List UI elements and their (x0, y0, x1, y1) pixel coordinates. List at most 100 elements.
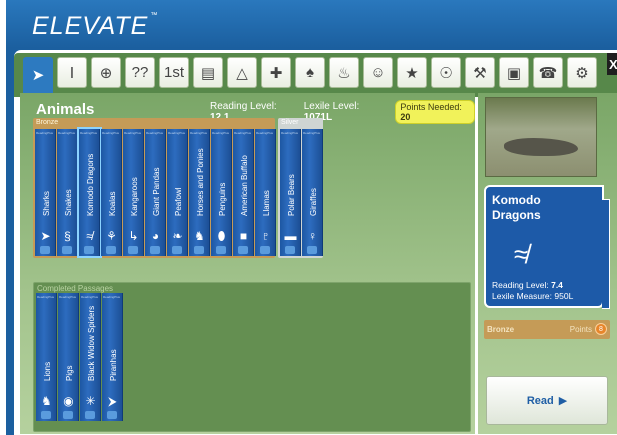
book-title: American Buffalo (240, 155, 249, 216)
read-button[interactable]: Read ▶ (486, 376, 608, 425)
book-status-icon (128, 246, 138, 254)
book-status-icon (63, 411, 73, 419)
passage-book[interactable]: ReadingPlus Llamas ♇ (255, 129, 276, 256)
cards-icon: ♠ (306, 64, 314, 81)
passage-book[interactable]: ReadingPlus Lions ♞ (36, 293, 57, 421)
column-icon: Ⅰ (69, 64, 75, 82)
gears-icon: ⚙ (575, 64, 589, 82)
tab-misc[interactable]: ⚙ (567, 57, 597, 88)
passage-book[interactable]: ReadingPlus Horses and Ponies ♞ (189, 129, 210, 256)
book-status-icon (107, 411, 117, 419)
book-status-icon (62, 246, 72, 254)
globe-magnifier-icon: ⊕ (99, 64, 113, 82)
tab-firsts[interactable]: 1st (159, 57, 189, 88)
tab-space[interactable]: ☉ (431, 57, 461, 88)
passage-book[interactable]: ReadingPlus Sharks ➤ (35, 129, 56, 256)
book-title: Pigs (65, 365, 74, 381)
presentation-icon: ▤ (200, 64, 216, 82)
tab-awards[interactable]: ★ (397, 57, 427, 88)
book-status-icon (172, 246, 182, 254)
tab-world[interactable]: ⊕ (91, 57, 121, 88)
tab-mystery[interactable]: ?? (125, 57, 155, 88)
read-button-label: Read (526, 394, 554, 407)
passage-book[interactable]: ReadingPlus Giraffes ♀ (302, 129, 323, 256)
tab-history[interactable]: Ⅰ (57, 57, 87, 88)
lion-icon: ♞ (41, 394, 52, 408)
category-tab-bar: ➤ Ⅰ ⊕?? 1st ▤ △ ✚ ♠ ♨ ☺ ★ ☉ ⚒ ▣ ☎ ⚙ (14, 53, 617, 97)
question-marks-icon: ?? (131, 64, 149, 81)
book-status-icon (150, 246, 160, 254)
book-status-icon (194, 246, 204, 254)
kangaroo-icon: ↳ (128, 229, 139, 243)
book-title: Sharks (42, 191, 51, 216)
main-panel: Animals Reading Level: 12.1 Lexile Level… (20, 93, 475, 434)
lizard-icon: ≉ (514, 239, 529, 269)
book-title: Kangaroos (130, 177, 139, 216)
passage-book[interactable]: ReadingPlus Penguins ⬮ (211, 129, 232, 256)
tab-figures[interactable]: ☺ (363, 57, 393, 88)
points-needed-badge: Points Needed: 20 (395, 100, 475, 124)
trophy-icon: ★ (405, 64, 419, 82)
jersey-icon: ▣ (506, 64, 522, 82)
points-coin-icon: 8 (595, 323, 607, 335)
tab-tools[interactable]: ⚒ (465, 57, 495, 88)
first-icon: 1st (163, 64, 184, 81)
llama-icon: ♇ (261, 229, 270, 243)
elevate-logo: ELEVATE ™ (32, 12, 159, 40)
passage-book[interactable]: ReadingPlus Komodo Dragons ≉ (77, 127, 102, 258)
detail-panel: Komodo Dragons ≉ Reading Level: 7.4 Lexi… (478, 93, 617, 434)
pig-icon: ◉ (63, 394, 74, 408)
passage-book[interactable]: ReadingPlus American Buffalo ■ (233, 129, 254, 256)
tab-tech[interactable]: ☎ (533, 57, 563, 88)
shark-icon: ➤ (40, 229, 51, 243)
passage-reading-level: Reading Level: 7.4 (492, 280, 563, 290)
card-fold (602, 199, 610, 309)
snake-icon: § (64, 229, 71, 243)
passage-book[interactable]: ReadingPlus Koalas ⚘ (101, 129, 122, 256)
passage-book[interactable]: ReadingPlus Snakes § (57, 129, 78, 256)
passage-book[interactable]: ReadingPlus Pigs ◉ (58, 293, 79, 421)
koala-icon: ⚘ (106, 229, 117, 243)
passage-book[interactable]: ReadingPlus Piranhas ⮞ (102, 293, 123, 421)
book-status-icon (238, 246, 248, 254)
polar-bear-icon: ▬ (284, 229, 297, 243)
tab-health[interactable]: ✚ (261, 57, 291, 88)
passage-book[interactable]: ReadingPlus Peafowl ❧ (167, 129, 188, 256)
tab-animals[interactable]: ➤ (23, 57, 53, 93)
passage-book[interactable]: ReadingPlus Kangaroos ↳ (123, 129, 144, 256)
tab-sports[interactable]: ▣ (499, 57, 529, 88)
book-status-icon (106, 246, 116, 254)
close-button[interactable]: X (607, 53, 617, 75)
komodo-dragon-photo (485, 97, 597, 177)
book-title: Snakes (64, 189, 73, 216)
points-label: Points (569, 325, 592, 334)
book-title: Horses and Ponies (196, 148, 205, 216)
tab-places[interactable]: △ (227, 57, 257, 88)
fish-icon: ⮞ (108, 394, 117, 408)
book-title: Llamas (262, 190, 271, 216)
tab-people[interactable]: ▤ (193, 57, 223, 88)
book-status-icon (216, 246, 226, 254)
completed-passages-group: Completed Passages ReadingPlus Lions ♞ Read… (33, 282, 471, 432)
book-title: Komodo Dragons (86, 153, 95, 216)
phone-icon: ☎ (538, 64, 558, 82)
book-status-icon (40, 246, 50, 254)
app: ELEVATE ™ ➤ Ⅰ ⊕?? 1st ▤ △ ✚ ♠ ♨ ☺ ★ ☉ ⚒ ▣ ☎ ⚙ X Animals … (0, 0, 617, 435)
tier-label: Bronze (487, 325, 515, 334)
peacock-icon: ❧ (172, 229, 183, 243)
tab-games[interactable]: ♠ (295, 57, 325, 88)
passage-lexile-measure: Lexile Measure: 950L (492, 291, 574, 301)
passage-book[interactable]: ReadingPlus Polar Bears ▬ (280, 129, 301, 256)
lizard-icon: ≉ (86, 229, 93, 243)
passage-book[interactable]: ReadingPlus Black Widow Spiders ✳ (80, 293, 101, 421)
book-status-icon (41, 411, 51, 419)
passage-book[interactable]: ReadingPlus Giant Pandas ◕ (145, 129, 166, 256)
shark-icon: ➤ (31, 67, 45, 84)
selected-passage-card: Komodo Dragons ≉ Reading Level: 7.4 Lexi… (484, 185, 610, 309)
bronze-group: Bronze ReadingPlus Sharks ➤ ReadingPlus Snak… (33, 118, 276, 258)
book-status-icon (307, 246, 317, 254)
tab-fire[interactable]: ♨ (329, 57, 359, 88)
book-title: Black Widow Spiders (87, 305, 96, 381)
book-status-icon (260, 246, 270, 254)
book-status-icon (85, 411, 95, 419)
